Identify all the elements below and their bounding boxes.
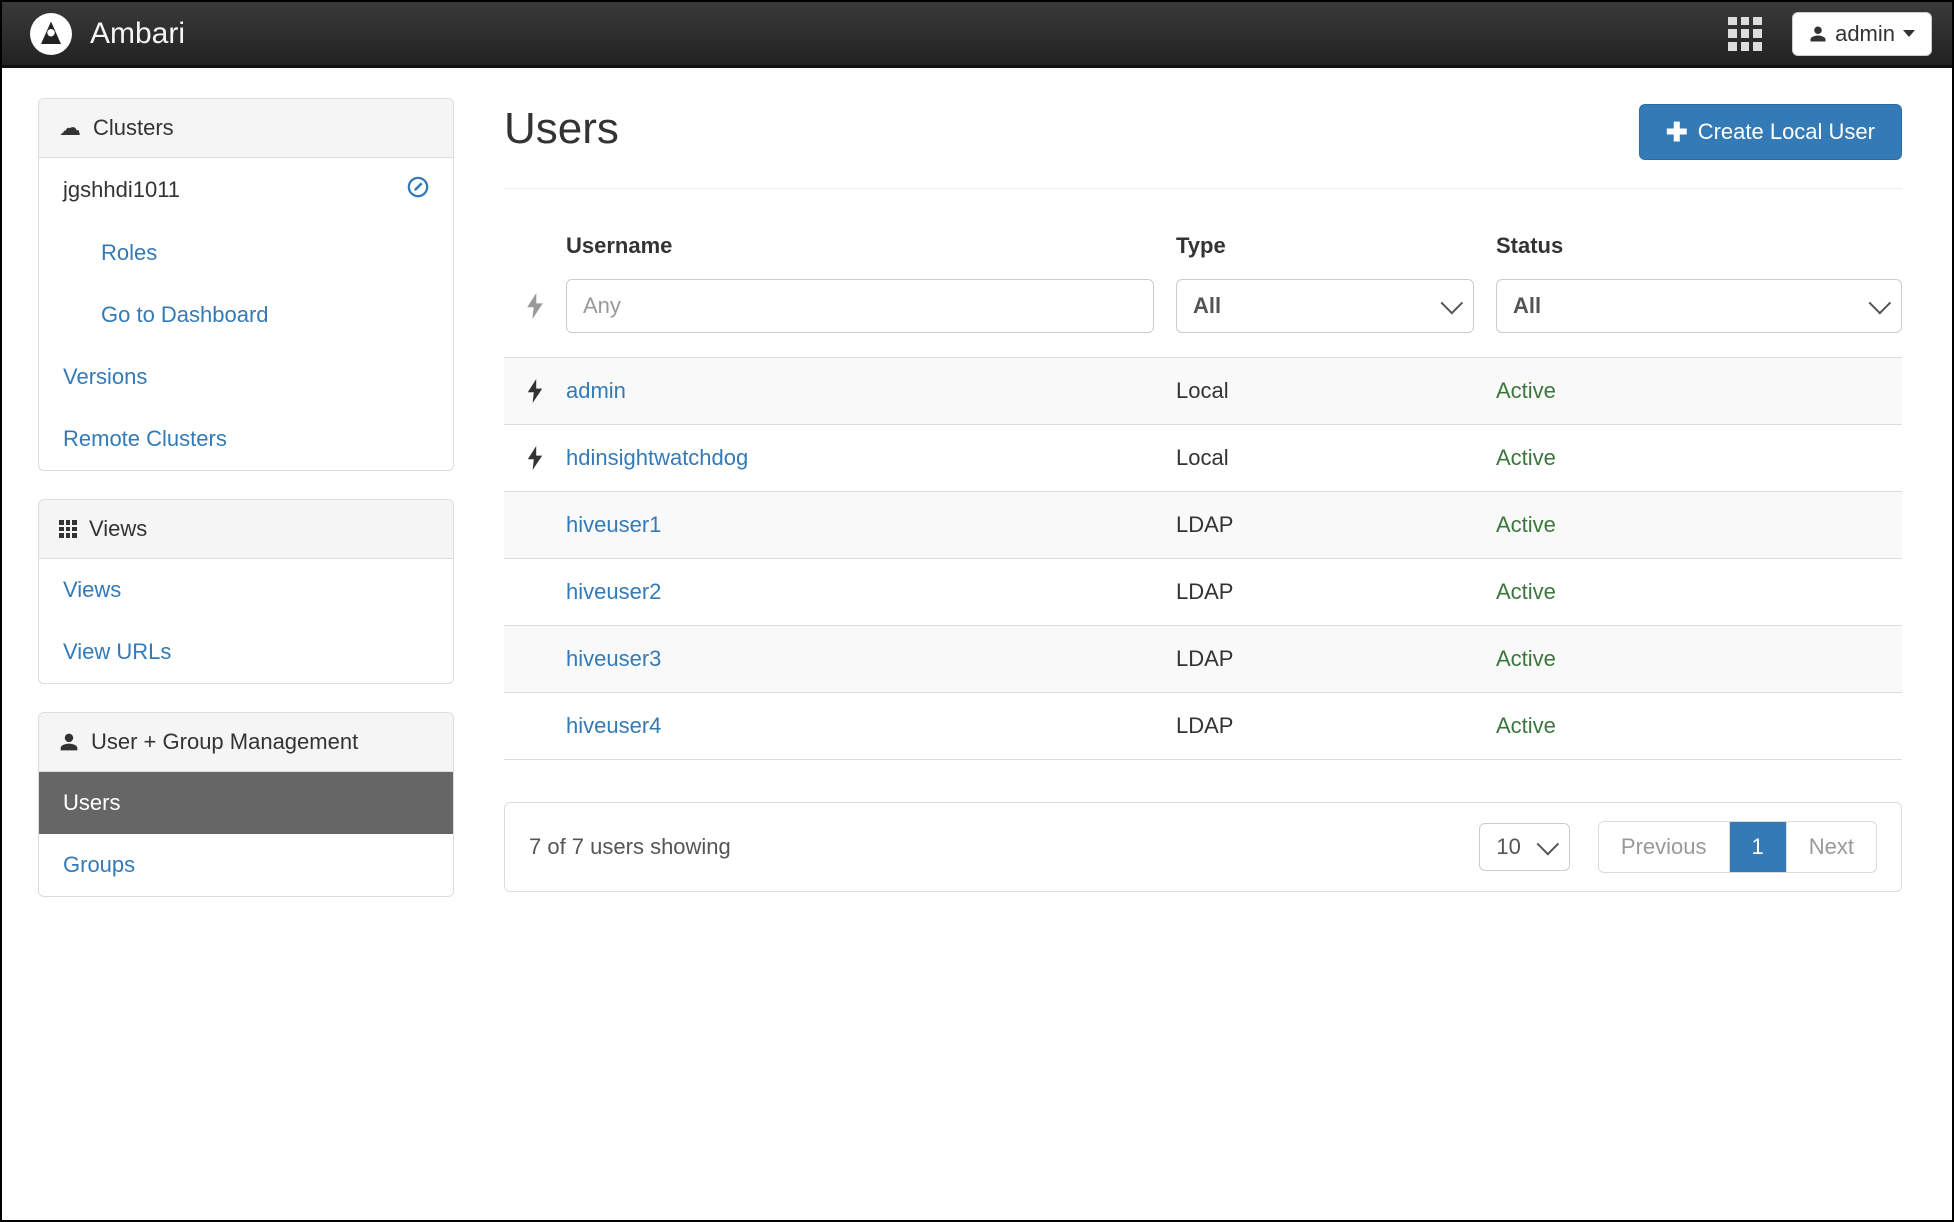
view-urls-label: View URLs [63, 639, 171, 665]
next-button[interactable]: Next [1787, 822, 1876, 872]
user-group-heading-label: User + Group Management [91, 729, 358, 755]
ambari-logo-icon [36, 19, 66, 49]
page-size-value: 10 [1496, 834, 1520, 860]
versions-label: Versions [63, 364, 147, 390]
main-content: Users ✚ Create Local User Username Type … [504, 98, 1916, 1200]
sidebar-item-view-urls[interactable]: View URLs [39, 621, 453, 683]
page-size-select[interactable]: 10 [1479, 823, 1569, 871]
bolt-icon [526, 293, 544, 319]
views-label: Views [63, 577, 121, 603]
sidebar-item-roles[interactable]: Roles [39, 222, 453, 284]
groups-label: Groups [63, 852, 135, 878]
create-button-label: Create Local User [1698, 119, 1875, 145]
table-header-row: Username Type Status [504, 233, 1902, 269]
showing-text: 7 of 7 users showing [529, 834, 731, 860]
table-row: hdinsightwatchdog LocalActive [504, 425, 1902, 492]
page-title: Users [504, 104, 619, 154]
sidebar-item-users[interactable]: Users [39, 772, 453, 834]
type-filter-value: All [1193, 293, 1221, 319]
status-filter-value: All [1513, 293, 1541, 319]
dashboard-label: Go to Dashboard [101, 302, 269, 328]
username-link[interactable]: hdinsightwatchdog [566, 445, 748, 470]
roles-label: Roles [101, 240, 157, 266]
cluster-name-label: jgshhdi1011 [63, 177, 180, 203]
status-cell: Active [1496, 646, 1556, 671]
clusters-heading-label: Clusters [93, 115, 174, 141]
chevron-down-icon [1869, 292, 1892, 315]
user-menu-label: admin [1835, 21, 1895, 47]
table-row: hiveuser4 LDAPActive [504, 693, 1902, 760]
clusters-heading: Clusters [39, 99, 453, 158]
bolt-icon [527, 446, 543, 470]
chevron-down-icon [1441, 292, 1464, 315]
type-cell: LDAP [1176, 512, 1496, 538]
table-body: adminLocalActivehdinsightwatchdogLocalAc… [504, 358, 1902, 760]
views-heading-label: Views [89, 516, 147, 542]
sidebar-item-remote-clusters[interactable]: Remote Clusters [39, 408, 453, 470]
grid-icon [59, 520, 77, 538]
username-filter-input[interactable] [566, 279, 1154, 333]
table-row: hiveuser3 LDAPActive [504, 626, 1902, 693]
views-panel: Views Views View URLs [38, 499, 454, 684]
apps-grid-icon[interactable] [1728, 17, 1762, 51]
edit-icon[interactable] [407, 176, 429, 204]
create-local-user-button[interactable]: ✚ Create Local User [1639, 104, 1902, 160]
pagination: Previous 1 Next [1598, 821, 1877, 873]
users-label: Users [63, 790, 120, 816]
username-link[interactable]: hiveuser1 [566, 512, 661, 537]
ambari-logo[interactable] [30, 13, 72, 55]
type-filter-select[interactable]: All [1176, 279, 1474, 333]
th-status: Status [1496, 233, 1902, 269]
type-cell: LDAP [1176, 713, 1496, 739]
username-link[interactable]: hiveuser4 [566, 713, 661, 738]
sidebar-item-groups[interactable]: Groups [39, 834, 453, 896]
type-cell: Local [1176, 445, 1496, 471]
remote-clusters-label: Remote Clusters [63, 426, 227, 452]
clusters-panel: Clusters jgshhdi1011 Roles Go to Dashboa… [38, 98, 454, 471]
sidebar-item-versions[interactable]: Versions [39, 346, 453, 408]
username-link[interactable]: hiveuser2 [566, 579, 661, 604]
status-filter-select[interactable]: All [1496, 279, 1902, 333]
person-icon [59, 732, 79, 752]
type-cell: LDAP [1176, 646, 1496, 672]
type-cell: Local [1176, 378, 1496, 404]
user-group-panel: User + Group Management Users Groups [38, 712, 454, 897]
table-row: hiveuser1 LDAPActive [504, 492, 1902, 559]
sidebar-item-dashboard[interactable]: Go to Dashboard [39, 284, 453, 346]
th-type: Type [1176, 233, 1496, 269]
type-cell: LDAP [1176, 579, 1496, 605]
sidebar-item-views[interactable]: Views [39, 559, 453, 621]
cloud-icon [59, 115, 81, 141]
status-cell: Active [1496, 579, 1556, 604]
previous-button[interactable]: Previous [1599, 822, 1730, 872]
status-cell: Active [1496, 378, 1556, 403]
status-cell: Active [1496, 512, 1556, 537]
status-cell: Active [1496, 713, 1556, 738]
caret-down-icon [1903, 30, 1915, 37]
top-navbar: Ambari admin [2, 2, 1952, 68]
cluster-name-item[interactable]: jgshhdi1011 [39, 158, 453, 222]
table-row: hiveuser2 LDAPActive [504, 559, 1902, 626]
status-cell: Active [1496, 445, 1556, 470]
username-link[interactable]: hiveuser3 [566, 646, 661, 671]
sidebar: Clusters jgshhdi1011 Roles Go to Dashboa… [38, 98, 454, 1200]
filter-row: All All [504, 279, 1902, 358]
navbar-title[interactable]: Ambari [90, 17, 185, 51]
user-group-heading: User + Group Management [39, 713, 453, 772]
table-row: admin LocalActive [504, 358, 1902, 425]
chevron-down-icon [1536, 833, 1559, 856]
table-footer: 7 of 7 users showing 10 Previous 1 Next [504, 802, 1902, 892]
user-icon [1809, 25, 1827, 43]
bolt-icon [527, 379, 543, 403]
user-menu-button[interactable]: admin [1792, 12, 1932, 56]
plus-icon: ✚ [1666, 119, 1688, 145]
page-1-button[interactable]: 1 [1730, 822, 1787, 872]
th-username: Username [566, 233, 1176, 269]
username-link[interactable]: admin [566, 378, 626, 403]
views-heading: Views [39, 500, 453, 559]
